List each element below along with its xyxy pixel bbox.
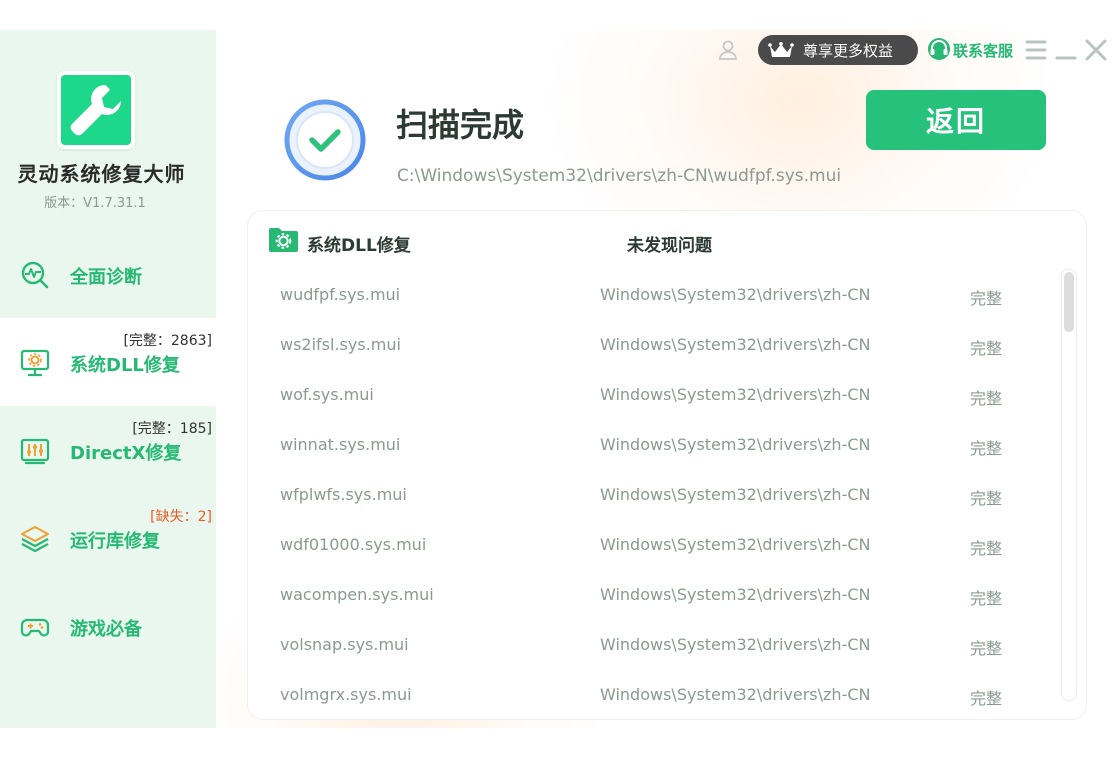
file-state: 完整 <box>970 489 1003 508</box>
results-scrollbar[interactable] <box>1061 269 1077 701</box>
minimize-icon <box>1054 47 1078 66</box>
file-path: Windows\System32\drivers\zh-CN <box>600 435 871 454</box>
file-path: Windows\System32\drivers\zh-CN <box>600 585 871 604</box>
sidebar: 灵动系统修复大师 版本：V1.7.31.1 全面诊断 [完整：2863] 系统D… <box>0 30 216 728</box>
vip-benefits-button[interactable]: 尊享更多权益 <box>758 35 918 65</box>
status-badge: [缺失：2] <box>150 509 212 525</box>
file-path: Windows\System32\drivers\zh-CN <box>600 385 871 404</box>
file-path: Windows\System32\drivers\zh-CN <box>600 535 871 554</box>
table-row[interactable]: volsnap.sys.mui Windows\System32\drivers… <box>248 621 1048 671</box>
file-name: ws2ifsl.sys.mui <box>280 335 401 354</box>
table-row[interactable]: wudfpf.sys.mui Windows\System32\drivers\… <box>248 271 1048 321</box>
folder-gear-icon <box>268 227 299 253</box>
file-state: 完整 <box>970 439 1003 458</box>
results-status: 未发现问题 <box>627 236 712 256</box>
file-state: 完整 <box>970 389 1003 408</box>
table-row[interactable]: winnat.sys.mui Windows\System32\drivers\… <box>248 421 1048 471</box>
sidebar-item-label: 游戏必备 <box>70 619 142 640</box>
monitor-gear-icon <box>20 348 50 378</box>
results-category: 系统DLL修复 <box>307 236 411 256</box>
scrollbar-thumb[interactable] <box>1064 272 1074 332</box>
sidebar-item-full-diagnosis[interactable]: 全面诊断 <box>0 230 216 318</box>
user-icon[interactable] <box>718 39 738 61</box>
file-name: wfplwfs.sys.mui <box>280 485 407 504</box>
status-badge: [完整：2863] <box>123 333 212 349</box>
table-row[interactable]: wacompen.sys.mui Windows\System32\driver… <box>248 571 1048 621</box>
file-state: 完整 <box>970 639 1003 658</box>
file-state: 完整 <box>970 289 1003 308</box>
menu-button[interactable] <box>1024 38 1048 62</box>
table-row[interactable]: wdf01000.sys.mui Windows\System32\driver… <box>248 521 1048 571</box>
file-name: winnat.sys.mui <box>280 435 401 454</box>
vip-label: 尊享更多权益 <box>803 42 894 60</box>
results-list: wudfpf.sys.mui Windows\System32\drivers\… <box>248 271 1048 719</box>
check-circle-icon <box>283 98 367 182</box>
file-path: Windows\System32\drivers\zh-CN <box>600 485 871 504</box>
gamepad-icon <box>20 612 50 642</box>
minimize-button[interactable] <box>1054 38 1078 62</box>
scan-title: 扫描完成 <box>396 106 525 144</box>
app-window: 灵动系统修复大师 版本：V1.7.31.1 全面诊断 [完整：2863] 系统D… <box>0 30 1120 728</box>
results-panel: 系统DLL修复 未发现问题 wudfpf.sys.mui Windows\Sys… <box>247 210 1087 720</box>
table-row[interactable]: ws2ifsl.sys.mui Windows\System32\drivers… <box>248 321 1048 371</box>
file-path: Windows\System32\drivers\zh-CN <box>600 335 871 354</box>
app-title: 灵动系统修复大师 <box>17 162 186 186</box>
sidebar-item-runtime[interactable]: [缺失：2] 运行库修复 <box>0 494 216 582</box>
file-state: 完整 <box>970 339 1003 358</box>
file-path: Windows\System32\drivers\zh-CN <box>600 285 871 304</box>
status-badge: [完整：185] <box>132 421 212 437</box>
app-version: 版本：V1.7.31.1 <box>44 196 146 211</box>
diagnosis-icon <box>20 260 50 290</box>
support-label: 联系客服 <box>953 42 1014 60</box>
back-button[interactable]: 返回 <box>866 90 1046 150</box>
headset-icon <box>926 36 952 62</box>
sidebar-item-game-essentials[interactable]: 游戏必备 <box>0 582 216 670</box>
file-name: volsnap.sys.mui <box>280 635 409 654</box>
equalizer-icon <box>20 436 50 466</box>
layers-icon <box>20 524 50 554</box>
file-name: volmgrx.sys.mui <box>280 685 412 704</box>
sidebar-item-system-dll[interactable]: [完整：2863] 系统DLL修复 <box>0 318 216 406</box>
file-state: 完整 <box>970 689 1003 708</box>
crown-icon <box>768 42 794 59</box>
table-row[interactable]: wof.sys.mui Windows\System32\drivers\zh-… <box>248 371 1048 421</box>
close-button[interactable] <box>1084 38 1108 62</box>
menu-icon <box>1024 40 1048 66</box>
file-state: 完整 <box>970 589 1003 608</box>
file-name: wudfpf.sys.mui <box>280 285 401 304</box>
sidebar-item-label: 系统DLL修复 <box>70 355 180 376</box>
table-row[interactable]: wfplwfs.sys.mui Windows\System32\drivers… <box>248 471 1048 521</box>
scan-current-path: C:\Windows\System32\drivers\zh-CN\wudfpf… <box>397 166 842 186</box>
sidebar-item-label: 全面诊断 <box>70 267 142 288</box>
file-name: wacompen.sys.mui <box>280 585 434 604</box>
sidebar-item-label: DirectX修复 <box>70 443 182 464</box>
sidebar-item-label: 运行库修复 <box>70 531 160 552</box>
sidebar-item-directx[interactable]: [完整：185] DirectX修复 <box>0 406 216 494</box>
app-logo <box>57 71 135 149</box>
file-path: Windows\System32\drivers\zh-CN <box>600 635 871 654</box>
table-row[interactable]: volmgrx.sys.mui Windows\System32\drivers… <box>248 671 1048 719</box>
wrench-icon <box>61 75 131 145</box>
file-state: 完整 <box>970 539 1003 558</box>
file-name: wof.sys.mui <box>280 385 374 404</box>
file-name: wdf01000.sys.mui <box>280 535 427 554</box>
close-icon <box>1084 39 1108 66</box>
file-path: Windows\System32\drivers\zh-CN <box>600 685 871 704</box>
